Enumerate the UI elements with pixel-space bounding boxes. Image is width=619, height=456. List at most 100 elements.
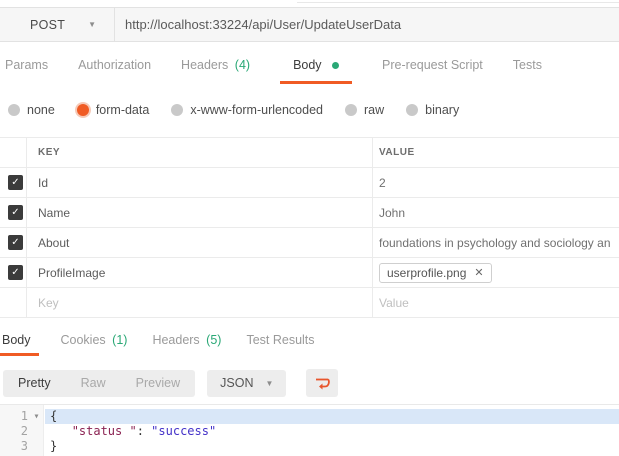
url-text: http://localhost:33224/api/User/UpdateUs… — [125, 17, 402, 32]
tab-headers-label: Headers — [181, 58, 229, 72]
top-edge-line — [297, 2, 619, 3]
tab-body[interactable]: Body — [280, 58, 353, 84]
headers-count-badge: (4) — [234, 58, 251, 72]
radio-selected-icon — [76, 104, 89, 116]
key-input-placeholder[interactable]: Key — [27, 288, 373, 317]
http-method-dropdown[interactable]: POST ▼ — [0, 8, 115, 41]
body-mode-urlencoded[interactable]: x-www-form-urlencoded — [171, 103, 323, 117]
view-mode-preview[interactable]: Preview — [121, 370, 195, 397]
tab-tests-label: Tests — [512, 58, 542, 72]
table-placeholder-row: Key Value — [0, 288, 619, 318]
key-column-header: KEY — [27, 138, 373, 167]
table-row: ✓ Id 2 — [0, 168, 619, 198]
value-input[interactable]: 2 — [373, 168, 619, 197]
response-view-toolbar: Pretty Raw Preview JSON ▼ — [3, 369, 339, 397]
radio-icon — [8, 104, 20, 116]
table-row: ✓ ProfileImage userprofile.png ✕ — [0, 258, 619, 288]
table-row: ✓ About foundations in psychology and so… — [0, 228, 619, 258]
tab-pre-request-script[interactable]: Pre-request Script — [382, 58, 483, 84]
response-tab-test-results[interactable]: Test Results — [243, 333, 317, 356]
http-method-label: POST — [30, 17, 66, 32]
response-tab-cookies[interactable]: Cookies (1) — [58, 333, 131, 356]
view-mode-raw[interactable]: Raw — [66, 370, 121, 397]
cookies-count-badge: (1) — [112, 333, 128, 347]
key-input[interactable]: Id — [27, 168, 373, 197]
form-data-table: KEY VALUE ✓ Id 2 ✓ Name John ✓ About fou… — [0, 137, 619, 318]
chevron-down-icon: ▼ — [88, 20, 96, 29]
code-line: 2 "status ": "success" — [0, 424, 619, 439]
wrap-text-button[interactable] — [306, 369, 339, 397]
line-number: 3 — [20, 439, 28, 453]
file-chip[interactable]: userprofile.png ✕ — [379, 262, 492, 283]
response-tab-headers[interactable]: Headers (5) — [149, 333, 224, 356]
check-icon: ✓ — [11, 237, 20, 248]
wrap-text-icon — [315, 378, 330, 389]
tab-pre-request-script-label: Pre-request Script — [382, 58, 483, 72]
tab-authorization[interactable]: Authorization — [78, 58, 151, 84]
body-mode-binary-label: binary — [425, 103, 460, 117]
value-input[interactable]: foundations in psychology and sociology … — [373, 228, 619, 257]
response-tab-cookies-label: Cookies — [60, 333, 106, 347]
body-mode-raw[interactable]: raw — [345, 103, 384, 117]
language-dropdown[interactable]: JSON ▼ — [207, 369, 287, 397]
value-input-placeholder[interactable]: Value — [373, 288, 619, 317]
response-tab-test-results-label: Test Results — [246, 333, 315, 347]
json-key-token: "status " — [71, 424, 137, 438]
url-input[interactable]: http://localhost:33224/api/User/UpdateUs… — [115, 8, 619, 41]
line-number: 1 — [20, 409, 28, 423]
radio-icon — [345, 104, 357, 116]
row-checkbox[interactable]: ✓ — [8, 265, 23, 280]
request-url-bar: POST ▼ http://localhost:33224/api/User/U… — [0, 7, 619, 42]
header-checkbox-cell — [0, 138, 27, 167]
radio-icon — [171, 104, 184, 116]
body-mode-binary[interactable]: binary — [406, 103, 459, 117]
body-mode-raw-label: raw — [364, 103, 385, 117]
key-input[interactable]: Name — [27, 198, 373, 227]
body-mode-form-data[interactable]: form-data — [76, 103, 150, 117]
body-mode-none-label: none — [27, 103, 55, 117]
tab-headers[interactable]: Headers (4) — [181, 58, 250, 84]
chevron-down-icon: ▼ — [265, 378, 274, 388]
check-icon: ✓ — [11, 267, 20, 278]
response-tabs: Body Cookies (1) Headers (5) Test Result… — [0, 333, 337, 356]
key-input[interactable]: ProfileImage — [27, 258, 373, 287]
tab-body-label: Body — [293, 58, 322, 72]
response-body-viewer: 1 ▾ { 2 "status ": "success" 3 } — [0, 404, 619, 456]
body-mode-group: none form-data x-www-form-urlencoded raw… — [0, 103, 481, 117]
row-checkbox[interactable]: ✓ — [8, 205, 23, 220]
code-line: 3 } — [0, 439, 619, 454]
postman-app: POST ▼ http://localhost:33224/api/User/U… — [0, 0, 619, 456]
check-icon: ✓ — [11, 207, 20, 218]
body-mode-urlencoded-label: x-www-form-urlencoded — [190, 103, 323, 117]
value-column-header: VALUE — [379, 147, 415, 158]
table-row: ✓ Name John — [0, 198, 619, 228]
value-input[interactable]: John — [373, 198, 619, 227]
table-header-row: KEY VALUE — [0, 138, 619, 168]
row-checkbox[interactable]: ✓ — [8, 175, 23, 190]
line-number: 2 — [20, 424, 28, 438]
code-token: } — [50, 439, 58, 453]
tab-tests[interactable]: Tests — [513, 58, 542, 84]
view-mode-pretty[interactable]: Pretty — [3, 370, 66, 397]
green-dot-icon — [332, 62, 340, 69]
tab-params-label: Params — [5, 58, 49, 72]
view-mode-segmented-control: Pretty Raw Preview — [3, 369, 196, 397]
body-mode-none[interactable]: none — [8, 103, 55, 117]
tab-authorization-label: Authorization — [78, 58, 152, 72]
language-label: JSON — [220, 376, 254, 390]
key-input[interactable]: About — [27, 228, 373, 257]
fold-caret-icon[interactable]: ▾ — [28, 409, 45, 424]
close-icon[interactable]: ✕ — [474, 266, 483, 279]
file-chip-label: userprofile.png — [387, 265, 467, 280]
code-token: : — [136, 424, 152, 438]
check-icon: ✓ — [11, 177, 20, 188]
response-headers-count-badge: (5) — [206, 333, 222, 347]
row-checkbox[interactable]: ✓ — [8, 235, 23, 250]
code-token: { — [50, 409, 58, 423]
response-tab-body-label: Body — [2, 333, 31, 347]
tab-params[interactable]: Params — [5, 58, 48, 84]
code-line: 1 ▾ { — [0, 409, 619, 424]
body-mode-form-data-label: form-data — [95, 103, 150, 117]
response-tab-body[interactable]: Body — [0, 333, 39, 356]
